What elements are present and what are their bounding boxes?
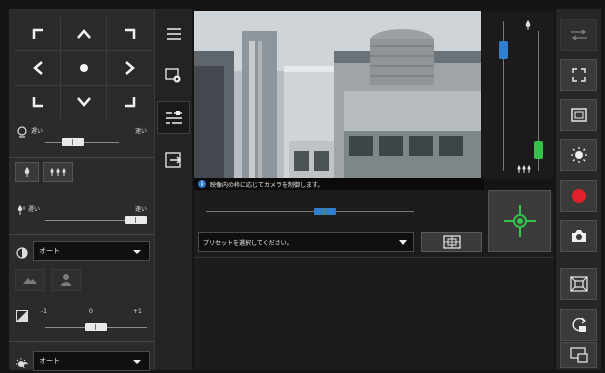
- zoom-slider-thumb[interactable]: [499, 41, 508, 59]
- exposure-mode-icon: [16, 244, 28, 263]
- chevron-down-icon: [133, 360, 141, 364]
- pan-position-slider-thumb[interactable]: [314, 208, 336, 215]
- focus-far-button[interactable]: [43, 162, 73, 182]
- export-button[interactable]: [157, 143, 190, 176]
- divider: [9, 341, 155, 342]
- focus-near-button[interactable]: [15, 162, 39, 182]
- exposure-mode-select[interactable]: オート: [33, 241, 150, 261]
- pan-speed-icon: [16, 123, 28, 142]
- pip-icon: [569, 347, 588, 363]
- pan-speed-fast-label: 速い: [135, 128, 148, 135]
- focus-speed-slider-thumb[interactable]: [125, 216, 147, 224]
- preset-frame-icon: [442, 235, 461, 249]
- fullscreen-icon: [571, 68, 586, 82]
- focus-slider[interactable]: [534, 31, 543, 171]
- divider: [194, 257, 554, 258]
- day-night-select[interactable]: オート: [33, 351, 150, 371]
- hamburger-icon: [166, 27, 181, 40]
- menu-button[interactable]: [157, 17, 190, 50]
- preset-select-placeholder: プリセットを選択してください。: [203, 239, 293, 247]
- exposure-max-label: +1: [133, 308, 142, 315]
- brightness-button[interactable]: [560, 139, 597, 171]
- brightness-icon: [570, 147, 587, 163]
- zoom-frame-icon: [569, 276, 588, 292]
- pan-up-right-button[interactable]: [107, 17, 152, 51]
- divider: [9, 234, 155, 235]
- pan-down-button[interactable]: [61, 85, 106, 119]
- zoom-focus-panel: [482, 11, 554, 179]
- pan-speed-slider[interactable]: [45, 138, 119, 146]
- pan-down-right-button[interactable]: [107, 85, 152, 119]
- pan-tilt-pad: [15, 17, 152, 119]
- landscape-mode-button[interactable]: [15, 269, 45, 291]
- swap-icon: [570, 29, 587, 41]
- pan-up-button[interactable]: [61, 17, 106, 51]
- focus-slider-thumb[interactable]: [534, 141, 543, 159]
- camera-viewer-app: 遅い 速い 遅い 速い オート -1 0 +1 オート i 映像内の枠に応じてカ…: [0, 0, 605, 373]
- camera-gear-icon: [164, 67, 180, 82]
- rotate-zoom-icon: [572, 317, 586, 332]
- crosshair-home-icon: [503, 205, 536, 237]
- pan-position-slider[interactable]: [206, 208, 414, 215]
- exposure-mid-label: 0: [89, 308, 93, 315]
- pan-speed-slow-label: 遅い: [31, 128, 44, 135]
- home-position-button[interactable]: [488, 190, 551, 252]
- preset-select[interactable]: プリセットを選択してください。: [198, 232, 414, 252]
- chevron-down-icon: [399, 240, 407, 245]
- preset-register-button[interactable]: [421, 232, 482, 252]
- exposure-slider-thumb[interactable]: [85, 323, 107, 331]
- focus-far-icon: [516, 159, 532, 178]
- live-video-frame: [194, 11, 481, 178]
- left-control-panel: 遅い 速い 遅い 速い オート -1 0 +1 オート: [9, 9, 155, 373]
- camera-video-view[interactable]: [194, 11, 481, 178]
- exposure-mode-value: オート: [39, 247, 60, 255]
- focus-speed-slider[interactable]: [45, 216, 147, 224]
- record-icon: [571, 189, 586, 203]
- caption-text: 映像内の枠に応じてカメラを制御します。: [210, 181, 324, 189]
- frame-button[interactable]: [560, 99, 597, 131]
- pan-up-left-button[interactable]: [15, 17, 60, 51]
- layout-settings-button[interactable]: [157, 101, 190, 134]
- fullscreen-button[interactable]: [560, 59, 597, 91]
- record-button[interactable]: [560, 180, 597, 212]
- export-icon: [164, 151, 181, 168]
- focus-speed-fast-label: 速い: [135, 206, 148, 213]
- frame-icon: [570, 108, 587, 122]
- pip-button[interactable]: [560, 342, 597, 368]
- video-caption: i 映像内の枠に応じてカメラを制御します。: [194, 178, 484, 190]
- info-icon: i: [198, 180, 206, 188]
- pan-right-button[interactable]: [107, 51, 152, 85]
- exposure-slider[interactable]: [45, 323, 147, 331]
- rotate-zoom-button[interactable]: [560, 309, 597, 341]
- pan-left-button[interactable]: [15, 51, 60, 85]
- layout-icon: [165, 110, 182, 124]
- focus-near-icon: [524, 16, 532, 35]
- portrait-mode-button[interactable]: [51, 269, 81, 291]
- exposure-min-label: -1: [41, 308, 47, 315]
- exposure-compensation-icon: [16, 307, 28, 326]
- snapshot-button[interactable]: [560, 220, 597, 252]
- right-toolbar: [556, 9, 601, 370]
- focus-speed-slow-label: 遅い: [28, 206, 41, 213]
- pan-down-left-button[interactable]: [15, 85, 60, 119]
- zoom-frame-button[interactable]: [560, 268, 597, 300]
- day-night-value: オート: [39, 357, 60, 365]
- pan-home-button[interactable]: [61, 51, 106, 85]
- focus-speed-icon: [16, 201, 26, 220]
- swap-button[interactable]: [560, 19, 597, 51]
- zoom-slider[interactable]: [499, 21, 508, 171]
- chevron-down-icon: [133, 250, 141, 254]
- side-menu: [155, 9, 192, 370]
- day-night-icon: [16, 354, 29, 373]
- divider: [9, 157, 155, 158]
- camera-settings-button[interactable]: [157, 59, 190, 92]
- snapshot-icon: [571, 230, 586, 242]
- pan-speed-slider-thumb[interactable]: [62, 138, 84, 146]
